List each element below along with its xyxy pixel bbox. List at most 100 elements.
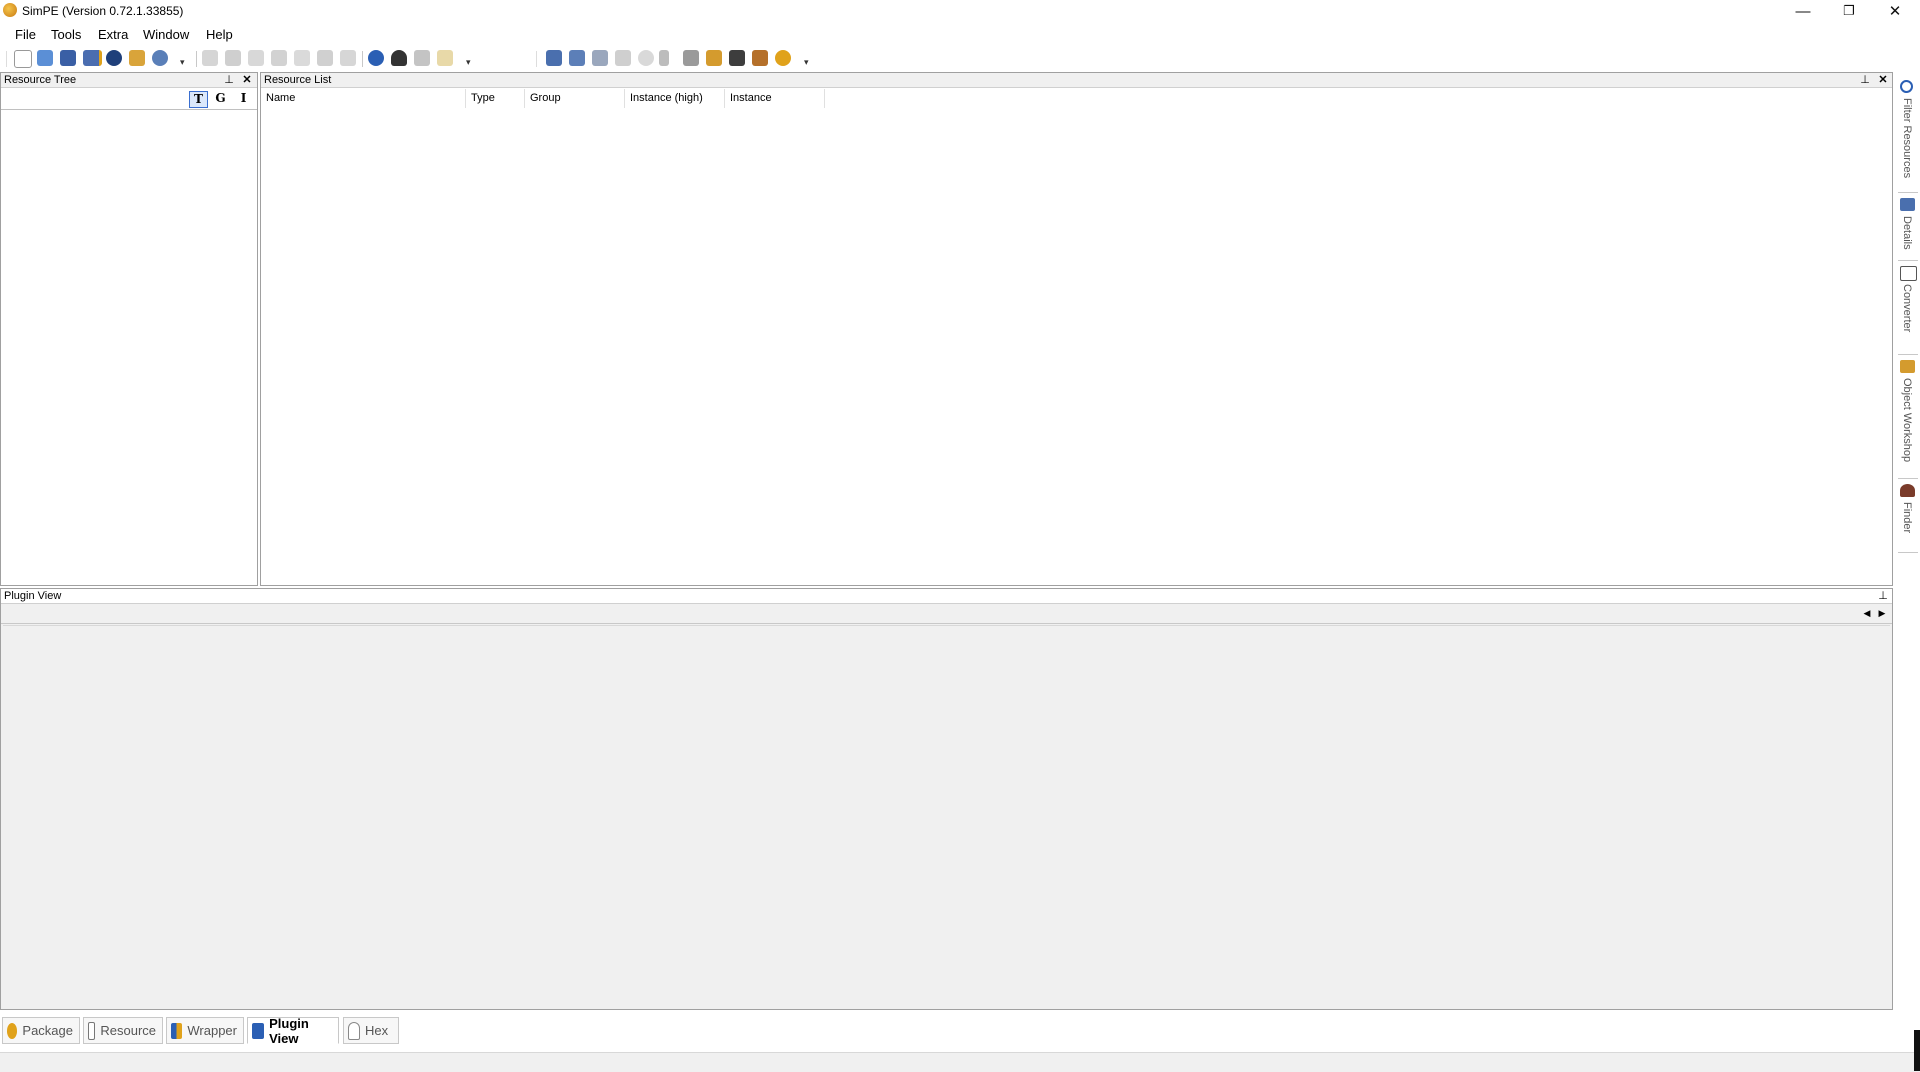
- eraser-icon[interactable]: [437, 50, 453, 66]
- build-icon[interactable]: [706, 50, 722, 66]
- tree-by-instance-button[interactable]: I: [235, 91, 252, 106]
- globe-icon[interactable]: [152, 50, 168, 66]
- sidebar-separator: [1898, 478, 1918, 479]
- converter-icon: [1900, 266, 1917, 281]
- open-folder-icon[interactable]: [37, 50, 53, 66]
- wrapper-icon: [171, 1022, 183, 1039]
- package-info-icon[interactable]: [546, 50, 562, 66]
- menu-window[interactable]: Window: [137, 26, 195, 43]
- sidebar-tab-label: Details: [1901, 216, 1913, 250]
- replace-icon[interactable]: [248, 50, 264, 66]
- workshop-icon: [1900, 360, 1915, 373]
- menu-tools[interactable]: Tools: [45, 26, 87, 43]
- close-window-button[interactable]: ✕: [1872, 0, 1918, 22]
- sidebar-tab-finder[interactable]: Finder: [1896, 482, 1920, 548]
- column-header-name[interactable]: Name: [261, 89, 466, 108]
- save-icon[interactable]: [60, 50, 76, 66]
- sidebar-tab-details[interactable]: Details: [1896, 196, 1920, 256]
- export-icon[interactable]: [225, 50, 241, 66]
- toolbar-overflow-icon[interactable]: ▾: [804, 58, 810, 67]
- import-icon[interactable]: [202, 50, 218, 66]
- tree-by-type-button[interactable]: T: [189, 91, 208, 108]
- tools-icon[interactable]: [414, 50, 430, 66]
- tab-label: Resource: [100, 1023, 156, 1038]
- status-bar: [0, 1052, 1920, 1072]
- simpe-app-icon: [3, 3, 17, 17]
- user-icon[interactable]: [775, 50, 791, 66]
- delete-resource-icon[interactable]: [271, 50, 287, 66]
- column-header-instance-high[interactable]: Instance (high): [625, 89, 725, 108]
- main-toolbar: ▾ ▾ ▾: [0, 46, 1920, 72]
- tab-hex[interactable]: Hex: [343, 1017, 399, 1044]
- tab-label: Package: [22, 1023, 73, 1038]
- resource-list-title: Resource List: [264, 74, 332, 86]
- tab-package[interactable]: Package: [2, 1017, 80, 1044]
- tab-wrapper[interactable]: Wrapper: [166, 1017, 244, 1044]
- sidebar-separator: [1898, 354, 1918, 355]
- plugin-view-pane: Plugin View ⊥ ◀ ▶: [0, 588, 1893, 1010]
- sidebar-separator: [1898, 192, 1918, 193]
- bottom-tab-strip: Package Resource Wrapper Plugin View Hex: [0, 1014, 1893, 1050]
- sidebar-tab-object-workshop[interactable]: Object Workshop: [1896, 358, 1920, 474]
- minimize-button[interactable]: —: [1780, 0, 1826, 22]
- right-dock-sidebar: Filter Resources Details Converter Objec…: [1896, 72, 1920, 1017]
- hood-icon[interactable]: [752, 50, 768, 66]
- tab-label: Wrapper: [187, 1023, 237, 1038]
- sidebar-tab-label: Converter: [1901, 284, 1913, 333]
- close-package-icon[interactable]: [106, 50, 122, 66]
- sidebar-tab-converter[interactable]: Converter: [1896, 264, 1920, 350]
- resource-list-columns: Name Type Group Instance (high) Instance: [261, 89, 1892, 109]
- grid-icon[interactable]: [615, 50, 631, 66]
- link-icon[interactable]: [592, 50, 608, 66]
- close-icon[interactable]: ✕: [241, 74, 253, 86]
- sidebar-tab-label: Finder: [1901, 502, 1913, 534]
- column-header-group[interactable]: Group: [525, 89, 625, 108]
- paste-icon[interactable]: [340, 50, 356, 66]
- pin-icon[interactable]: ⊥: [223, 74, 235, 86]
- save-as-icon[interactable]: [83, 50, 102, 66]
- scan-icon[interactable]: [569, 50, 585, 66]
- toolbar-grip: [536, 51, 537, 67]
- restore-button[interactable]: ❐: [1826, 0, 1872, 22]
- column-header-instance[interactable]: Instance: [725, 89, 825, 108]
- tab-label: Plugin View: [269, 1015, 309, 1046]
- resize-grip[interactable]: [1914, 1030, 1920, 1071]
- tab-label: Hex: [365, 1023, 389, 1038]
- settings-icon[interactable]: [638, 50, 654, 66]
- column-header-type[interactable]: Type: [466, 89, 525, 108]
- clone-icon[interactable]: [294, 50, 310, 66]
- package-tools-icon[interactable]: [129, 50, 145, 66]
- list-icon[interactable]: [659, 50, 669, 66]
- toolbar-overflow-icon[interactable]: ▾: [466, 58, 472, 67]
- plugin-view-content: [3, 625, 1890, 1008]
- refresh-icon[interactable]: [368, 50, 384, 66]
- menu-bar: File Tools Extra Window Help: [0, 24, 1920, 44]
- pin-icon[interactable]: ⊥: [1877, 590, 1889, 602]
- details-icon: [1900, 198, 1915, 211]
- menu-extra[interactable]: Extra: [92, 26, 134, 43]
- tree-by-group-button[interactable]: G: [212, 91, 229, 106]
- toolbar-separator: [362, 51, 363, 67]
- tab-resource[interactable]: Resource: [83, 1017, 163, 1044]
- package-icon: [7, 1022, 18, 1039]
- sidebar-tab-filter-resources[interactable]: Filter Resources: [1896, 78, 1920, 188]
- menu-help[interactable]: Help: [200, 26, 239, 43]
- close-icon[interactable]: ✕: [1877, 74, 1889, 86]
- image-icon[interactable]: [729, 50, 745, 66]
- tab-plugin-view[interactable]: Plugin View: [247, 1015, 339, 1046]
- binoculars-icon: [1900, 484, 1915, 497]
- pin-icon[interactable]: ⊥: [1859, 74, 1871, 86]
- cut-icon[interactable]: [683, 50, 699, 66]
- resource-tree-view[interactable]: [1, 110, 257, 585]
- menu-file[interactable]: File: [9, 26, 42, 43]
- resource-list-header: Resource List ⊥ ✕: [261, 73, 1892, 88]
- toolbar-overflow-icon[interactable]: ▾: [180, 58, 186, 67]
- sidebar-separator: [1898, 260, 1918, 261]
- sim-head-icon[interactable]: [391, 50, 407, 66]
- sidebar-tab-label: Object Workshop: [1901, 378, 1913, 463]
- new-file-icon[interactable]: [14, 50, 32, 68]
- scroll-left-icon[interactable]: ◀: [1862, 608, 1872, 619]
- scroll-right-icon[interactable]: ▶: [1877, 608, 1887, 619]
- copy-icon[interactable]: [317, 50, 333, 66]
- resource-list-view[interactable]: [261, 110, 1892, 585]
